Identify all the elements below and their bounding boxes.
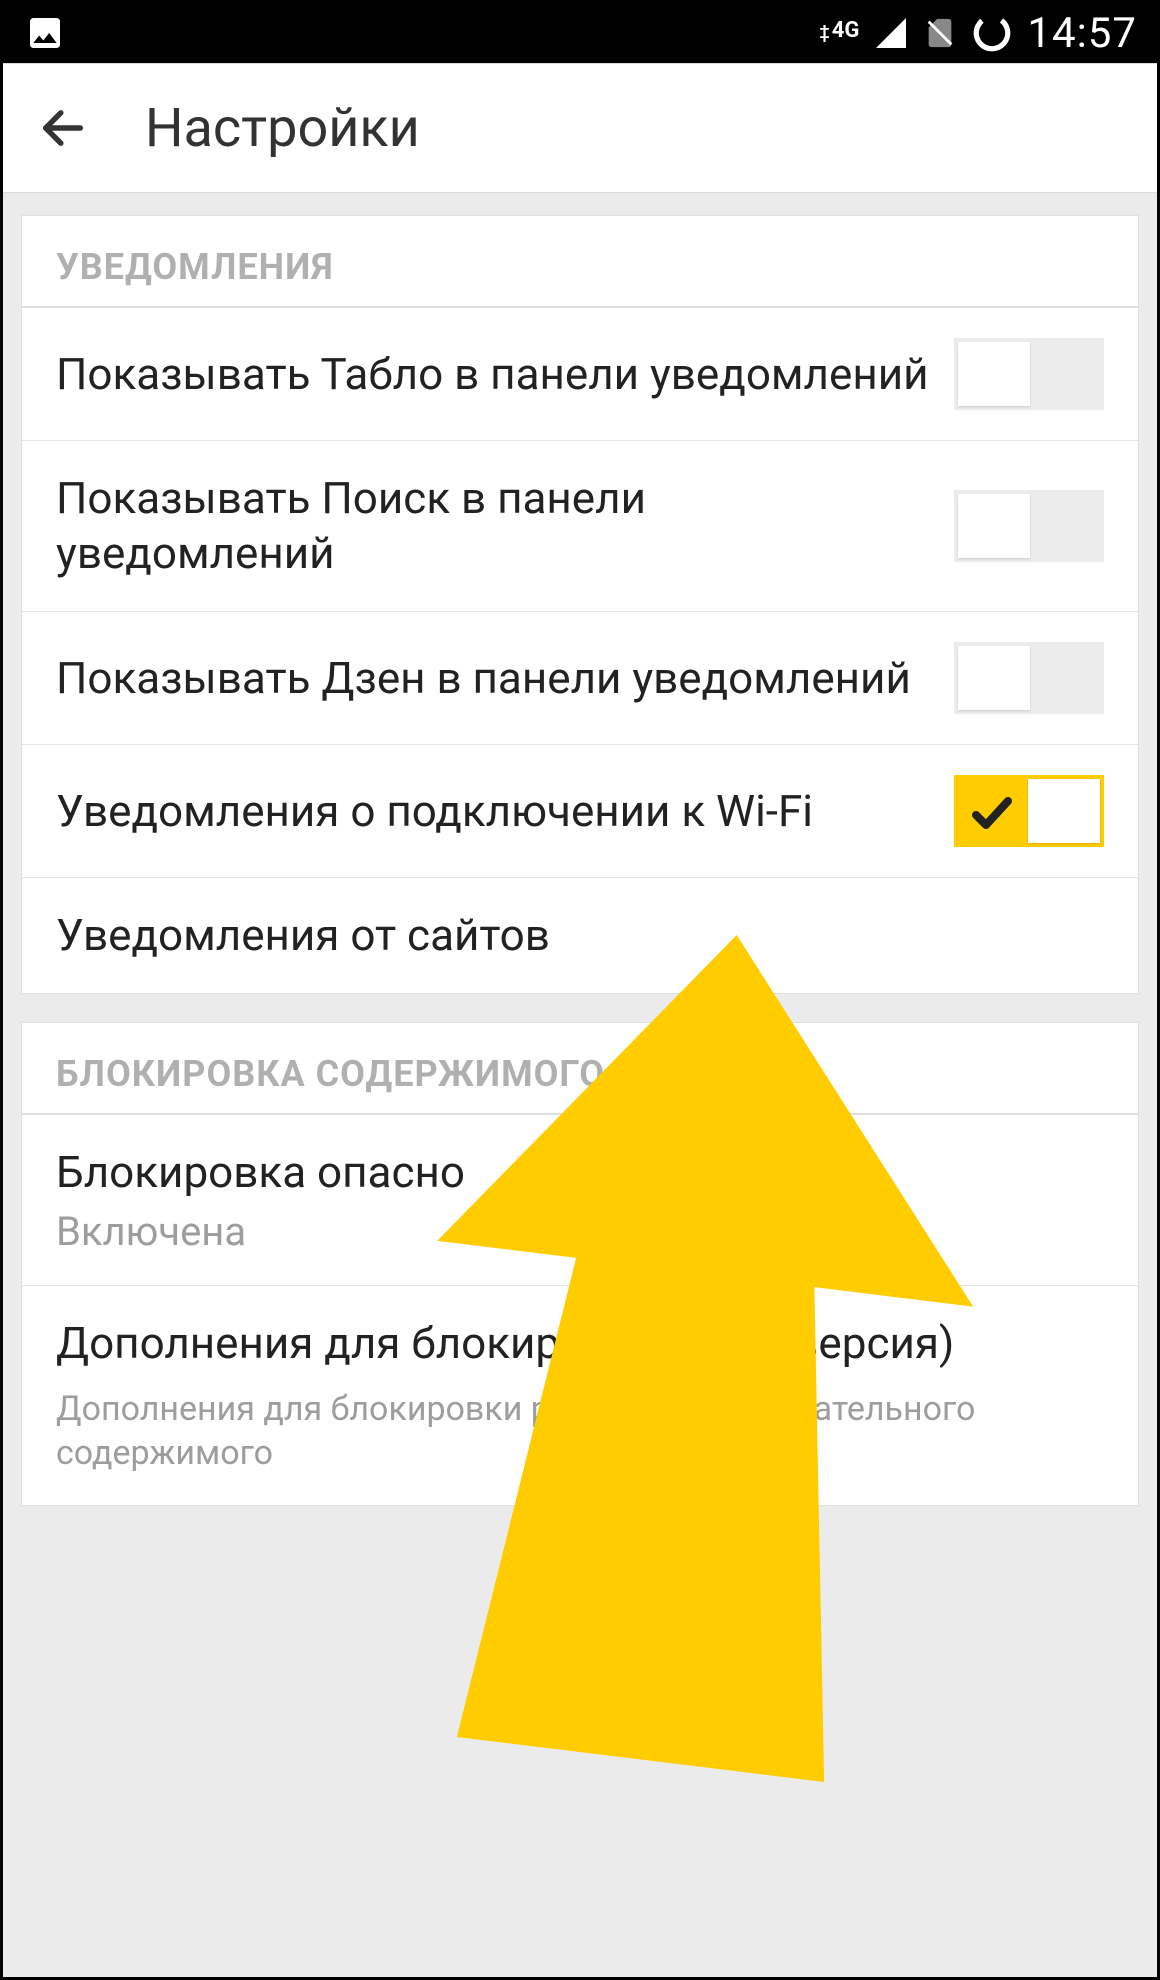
network-indicator: ‡ 4G (819, 20, 859, 46)
sdcard-icon (923, 13, 957, 53)
setting-block-addons[interactable]: Дополнения для блокировки (Бета-версия) … (22, 1286, 1138, 1505)
clock: 14:57 (1027, 9, 1137, 58)
loading-icon (971, 12, 1013, 54)
setting-zen[interactable]: Показывать Дзен в панели уведомлений (22, 612, 1138, 745)
signal-icon (873, 15, 909, 51)
settings-content: УВЕДОМЛЕНИЯ Показывать Табло в панели ув… (3, 193, 1157, 1977)
check-icon (968, 789, 1016, 837)
setting-label: Уведомления от сайтов (56, 908, 1104, 963)
setting-label: Показывать Поиск в панели уведомлений (56, 471, 954, 581)
setting-label: Дополнения для блокировки (Бета-версия) (56, 1316, 1084, 1371)
back-button[interactable] (35, 100, 91, 156)
setting-sublabel: Включена (56, 1208, 1084, 1255)
toggle-wifi[interactable] (954, 775, 1104, 847)
section-header-blocking: БЛОКИРОВКА СОДЕРЖИМОГО (22, 1023, 1138, 1115)
setting-site-notifications[interactable]: Уведомления от сайтов (22, 878, 1138, 993)
setting-label: Показывать Дзен в панели уведомлений (56, 651, 954, 706)
setting-label: Показывать Табло в панели уведомлений (56, 347, 954, 402)
page-title: Настройки (145, 97, 420, 160)
setting-label: Уведомления о подключении к Wi-Fi (56, 784, 954, 839)
setting-tablo[interactable]: Показывать Табло в панели уведомлений (22, 308, 1138, 441)
section-blocking: БЛОКИРОВКА СОДЕРЖИМОГО Блокировка опасно… (21, 1022, 1139, 1506)
picture-icon (23, 13, 67, 53)
setting-description: Дополнения для блокировки рекламы и неже… (56, 1387, 1084, 1475)
setting-wifi[interactable]: Уведомления о подключении к Wi-Fi (22, 745, 1138, 878)
setting-danger-block[interactable]: Блокировка опасно Включена (22, 1115, 1138, 1286)
toggle-tablo[interactable] (954, 338, 1104, 410)
toggle-zen[interactable] (954, 642, 1104, 714)
status-bar: ‡ 4G 14:57 (3, 3, 1157, 63)
setting-label: Блокировка опасно (56, 1145, 1084, 1200)
app-header: Настройки (3, 63, 1157, 193)
section-notifications: УВЕДОМЛЕНИЯ Показывать Табло в панели ув… (21, 215, 1139, 994)
setting-search[interactable]: Показывать Поиск в панели уведомлений (22, 441, 1138, 612)
section-header-notifications: УВЕДОМЛЕНИЯ (22, 216, 1138, 308)
toggle-search[interactable] (954, 490, 1104, 562)
